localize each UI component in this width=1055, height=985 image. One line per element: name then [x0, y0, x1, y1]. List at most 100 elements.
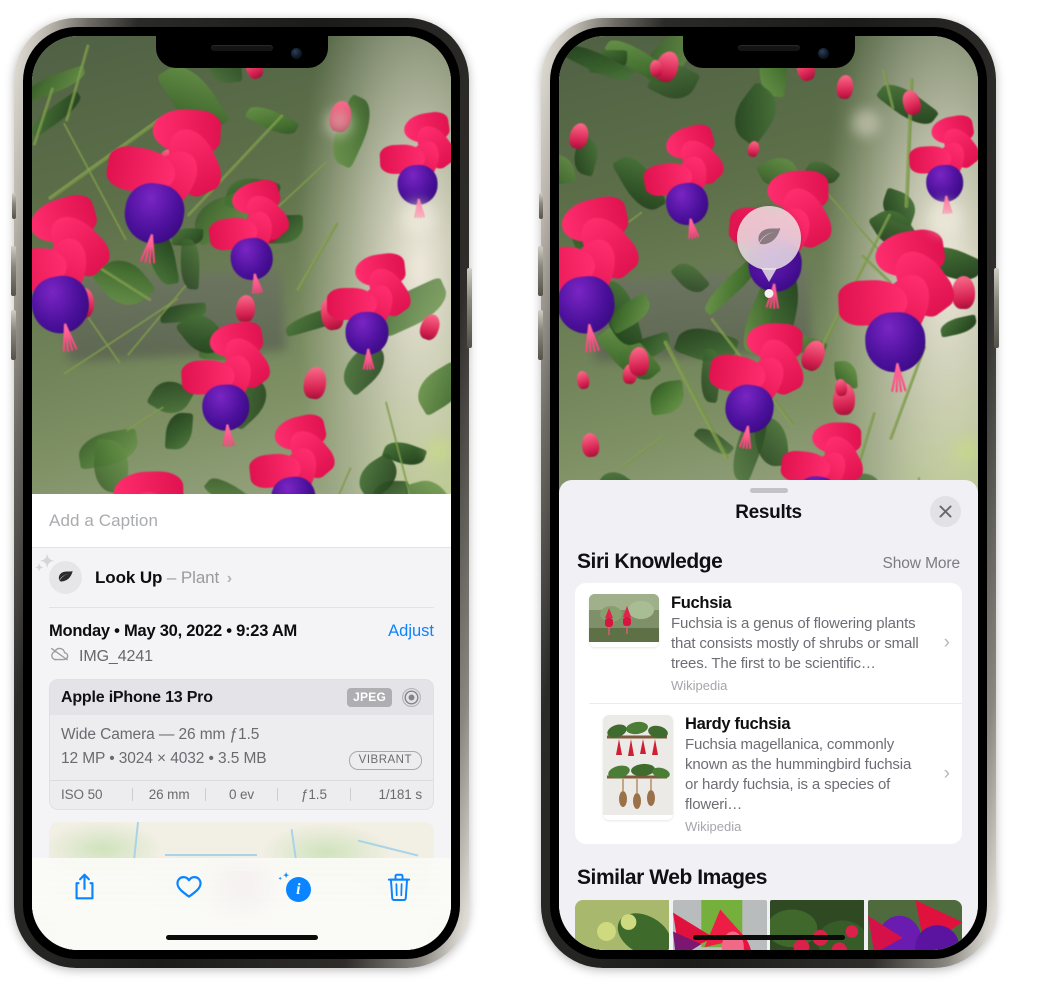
- web-image-thumbnail[interactable]: [575, 899, 670, 950]
- leaf-icon: [736, 206, 801, 270]
- exif-aperture: ƒ1.5: [300, 787, 327, 803]
- camera-model: Apple iPhone 13 Pro: [61, 688, 213, 706]
- results-header: Results: [559, 493, 978, 528]
- photo-bokeh: [425, 438, 451, 465]
- exif-focal: 26 mm: [148, 787, 190, 803]
- photo-flower: [909, 113, 978, 214]
- caption-placeholder: Add a Caption: [49, 510, 159, 530]
- look-up-title: Look Up: [95, 567, 163, 587]
- volume-down-button[interactable]: [538, 310, 543, 360]
- result-description: Fuchsia magellanica, commonly known as t…: [685, 735, 912, 813]
- photo-flower: [32, 189, 118, 352]
- photo-flower: [707, 322, 809, 450]
- siri-knowledge-header: Siri Knowledge Show More: [559, 528, 978, 583]
- section-title-similar-web-images: Similar Web Images: [577, 865, 767, 889]
- file-name: IMG_4241: [79, 647, 153, 665]
- power-button[interactable]: [467, 268, 472, 348]
- chevron-right-icon: ›: [943, 631, 950, 653]
- result-text: Fuchsia Fuchsia is a genus of flowering …: [671, 594, 950, 693]
- result-source: Wikipedia: [671, 677, 728, 693]
- volume-up-button[interactable]: [11, 246, 16, 296]
- photo-flower: [642, 121, 729, 239]
- lens-info: Wide Camera — 26 mm ƒ1.5: [61, 726, 260, 743]
- phone-left: Add a Caption ✦ ✦ Look Up – Plant › Mond…: [11, 18, 472, 968]
- chevron-right-icon: ›: [226, 569, 233, 587]
- section-title-siri-knowledge: Siri Knowledge: [577, 550, 723, 573]
- look-up-row[interactable]: ✦ ✦ Look Up – Plant ›: [32, 548, 451, 607]
- phone-bezel-left: Add a Caption ✦ ✦ Look Up – Plant › Mond…: [23, 27, 460, 959]
- screen-right: Results Siri Knowledge Show More Fuchsia…: [559, 36, 978, 950]
- date-row: Monday • May 30, 2022 • 9:23 AM Adjust: [32, 608, 451, 642]
- photo-flower: [327, 251, 417, 370]
- mute-switch[interactable]: [12, 193, 16, 219]
- phone-right: Results Siri Knowledge Show More Fuchsia…: [538, 18, 999, 968]
- result-thumbnail: [603, 714, 673, 820]
- notch: [155, 36, 328, 68]
- similar-web-images-strip: [575, 899, 963, 950]
- screenshot-stage: Add a Caption ✦ ✦ Look Up – Plant › Mond…: [0, 0, 1055, 985]
- sparkle-small-icon: ✦: [35, 563, 44, 574]
- home-indicator[interactable]: [692, 935, 845, 940]
- format-badge: JPEG: [347, 688, 392, 707]
- metadata-header-right: JPEG: [347, 687, 422, 708]
- map-road: [357, 839, 418, 857]
- power-button[interactable]: [994, 268, 999, 348]
- siri-knowledge-card: Fuchsia Fuchsia is a genus of flowering …: [575, 583, 962, 844]
- result-description: Fuchsia is a genus of flowering plants t…: [671, 615, 919, 672]
- badge-anchor-dot: [764, 289, 773, 298]
- exif-exposure: 0 ev: [228, 787, 255, 803]
- earpiece-speaker: [210, 45, 273, 51]
- favorite-button[interactable]: [137, 872, 242, 900]
- photo-bokeh: [927, 200, 962, 235]
- caption-field[interactable]: Add a Caption: [32, 494, 451, 548]
- badge-tail: [760, 268, 777, 282]
- photo-flower: [837, 227, 962, 393]
- share-button[interactable]: [32, 872, 137, 902]
- exif-shutter: 1/181 s: [378, 787, 423, 803]
- screen-left: Add a Caption ✦ ✦ Look Up – Plant › Mond…: [32, 36, 451, 950]
- list-item[interactable]: Hardy fuchsia Fuchsia magellanica, commo…: [589, 702, 962, 844]
- volume-up-button[interactable]: [538, 246, 543, 296]
- photo-flower: [380, 110, 451, 218]
- web-image-thumbnail[interactable]: [672, 899, 768, 950]
- exif-iso: ISO 50: [61, 787, 103, 803]
- mute-switch[interactable]: [539, 193, 543, 219]
- visual-look-up-badge[interactable]: [736, 206, 801, 298]
- results-title: Results: [735, 502, 802, 523]
- photo-date: Monday • May 30, 2022 • 9:23 AM: [49, 622, 298, 640]
- photo-bokeh: [400, 200, 435, 235]
- photo-flower: [101, 107, 228, 264]
- chevron-right-icon: ›: [943, 762, 950, 784]
- metadata-header: Apple iPhone 13 Pro JPEG: [50, 680, 433, 715]
- exif-row: ISO 50 26 mm 0 ev ƒ1.5 1/181 s: [50, 780, 433, 809]
- photo-bokeh: [952, 438, 978, 465]
- photo-bud: [628, 347, 649, 377]
- info-button[interactable]: i: [242, 872, 347, 902]
- file-row: IMG_4241: [32, 642, 451, 679]
- volume-down-button[interactable]: [11, 310, 16, 360]
- leaf-icon: ✦ ✦: [35, 552, 82, 594]
- style-badge: VIBRANT: [348, 751, 422, 771]
- photo-flower: [208, 176, 295, 294]
- result-title: Hardy fuchsia: [685, 714, 791, 733]
- phone-bezel-right: Results Siri Knowledge Show More Fuchsia…: [550, 27, 987, 959]
- show-more-button[interactable]: Show More: [883, 555, 961, 573]
- adjust-button[interactable]: Adjust: [388, 622, 434, 641]
- photo-bud: [951, 275, 975, 309]
- delete-button[interactable]: [346, 872, 451, 902]
- result-title: Fuchsia: [671, 594, 732, 612]
- camera-metadata-card[interactable]: Apple iPhone 13 Pro JPEG Wide Camera — 2…: [49, 679, 434, 811]
- close-icon[interactable]: [930, 496, 961, 527]
- list-item[interactable]: Fuchsia Fuchsia is a genus of flowering …: [575, 583, 962, 703]
- web-image-thumbnail[interactable]: [770, 899, 865, 950]
- metadata-body: Wide Camera — 26 mm ƒ1.5 12 MP • 3024 × …: [50, 715, 433, 780]
- cloud-slash-icon: [49, 646, 70, 667]
- map-road: [164, 854, 257, 857]
- web-image-thumbnail[interactable]: [867, 899, 963, 950]
- photo-flower: [180, 319, 277, 447]
- front-camera-icon: [817, 48, 829, 59]
- photo-flower: [559, 191, 647, 352]
- notch: [682, 36, 855, 68]
- home-indicator[interactable]: [165, 935, 318, 940]
- result-thumbnail: [589, 594, 659, 647]
